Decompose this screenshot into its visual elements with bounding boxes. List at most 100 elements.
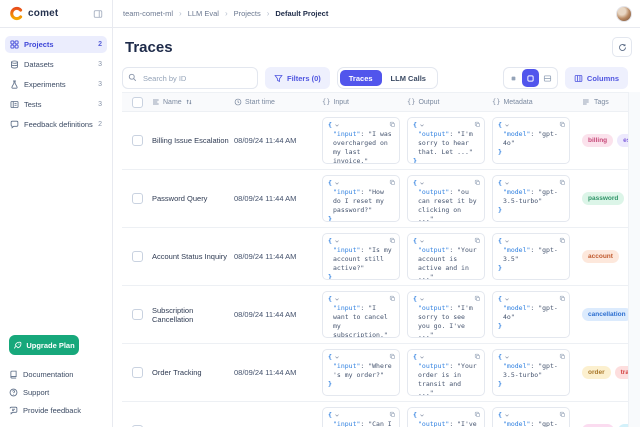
chevron-down-icon[interactable]: [419, 413, 425, 418]
copy-icon[interactable]: [389, 179, 396, 186]
sidebar-item-datasets[interactable]: Datasets 3: [5, 56, 107, 73]
tab-traces[interactable]: Traces: [340, 70, 382, 86]
output-cell[interactable]: { "output": "I've submitted your refund …: [407, 407, 485, 427]
column-header-name[interactable]: Name: [152, 98, 234, 106]
chevron-down-icon[interactable]: [334, 239, 340, 244]
row-checkbox[interactable]: [132, 135, 143, 146]
tab-llm-calls[interactable]: LLM Calls: [382, 70, 435, 86]
column-header-input[interactable]: {} Input: [322, 98, 407, 106]
copy-icon[interactable]: [389, 237, 396, 244]
breadcrumb-item[interactable]: LLM Eval: [188, 9, 219, 18]
upgrade-plan-button[interactable]: Upgrade Plan: [9, 335, 79, 355]
input-cell[interactable]: { "input": "I want to cancel my subscrip…: [322, 291, 400, 338]
copy-icon[interactable]: [389, 121, 396, 128]
copy-icon[interactable]: [559, 295, 566, 302]
density-medium-button[interactable]: [522, 69, 539, 87]
chevron-down-icon[interactable]: [334, 123, 340, 128]
trace-name[interactable]: Password Query: [152, 194, 207, 203]
tag[interactable]: billing: [582, 134, 613, 147]
sidebar-item-projects[interactable]: Projects 2: [5, 36, 107, 53]
copy-icon[interactable]: [474, 295, 481, 302]
chevron-down-icon[interactable]: [504, 123, 510, 128]
input-cell[interactable]: { "input": "How do I reset my password?"…: [322, 175, 400, 222]
chevron-down-icon[interactable]: [334, 181, 340, 186]
copy-icon[interactable]: [559, 179, 566, 186]
input-cell[interactable]: { "input": "Can I get a refund for my la…: [322, 407, 400, 427]
metadata-cell[interactable]: { "model": "gpt-3.5-turbo" }: [492, 349, 570, 396]
tag[interactable]: cancellation: [582, 308, 628, 321]
tag[interactable]: order: [582, 366, 611, 379]
sidebar-collapse-icon[interactable]: [93, 9, 103, 19]
refresh-button[interactable]: [612, 37, 632, 57]
chevron-down-icon[interactable]: [334, 355, 340, 360]
select-all-checkbox[interactable]: [132, 97, 143, 108]
table-row[interactable]: Billing Issue Escalation 08/09/24 11:44 …: [122, 112, 628, 170]
row-checkbox[interactable]: [132, 309, 143, 320]
tag[interactable]: escalation: [617, 134, 628, 147]
density-large-button[interactable]: [539, 69, 556, 87]
output-cell[interactable]: { "output": "I'm sorry to hear that. Let…: [407, 117, 485, 164]
copy-icon[interactable]: [474, 179, 481, 186]
trace-name[interactable]: Subscription Cancellation: [152, 306, 230, 324]
chevron-down-icon[interactable]: [504, 413, 510, 418]
chevron-down-icon[interactable]: [504, 181, 510, 186]
search-input[interactable]: [122, 67, 258, 89]
table-row[interactable]: Password Query 08/09/24 11:44 AM { "inpu…: [122, 170, 628, 228]
copy-icon[interactable]: [474, 353, 481, 360]
table-row[interactable]: Order Tracking 08/09/24 11:44 AM { "inpu…: [122, 344, 628, 402]
tag[interactable]: tracking: [615, 366, 628, 379]
columns-button[interactable]: Columns: [565, 67, 628, 89]
trace-name[interactable]: Account Status Inquiry: [152, 252, 227, 261]
column-header-start-time[interactable]: Start time: [234, 98, 322, 106]
chevron-down-icon[interactable]: [504, 239, 510, 244]
copy-icon[interactable]: [474, 237, 481, 244]
metadata-cell[interactable]: { "model": "gpt-4o" }: [492, 117, 570, 164]
table-row[interactable]: Refund Request 08/09/24 11:44 AM { "inpu…: [122, 402, 628, 427]
chevron-down-icon[interactable]: [419, 239, 425, 244]
chevron-down-icon[interactable]: [504, 297, 510, 302]
metadata-cell[interactable]: { "model": "gpt-3.5" }: [492, 233, 570, 280]
filters-button[interactable]: Filters (0): [265, 67, 330, 89]
column-header-tags[interactable]: Tags: [577, 98, 628, 106]
breadcrumb-item[interactable]: team-comet-ml: [123, 9, 173, 18]
tag[interactable]: password: [582, 192, 624, 205]
sidebar-item-provide-feedback[interactable]: Provide feedback: [9, 401, 103, 419]
sort-icon[interactable]: [185, 98, 193, 106]
metadata-cell[interactable]: { "model": "gpt-3.5-turbo" }: [492, 175, 570, 222]
sidebar-item-experiments[interactable]: Experiments 3: [5, 76, 107, 93]
trace-name[interactable]: Billing Issue Escalation: [152, 136, 229, 145]
copy-icon[interactable]: [559, 353, 566, 360]
chevron-down-icon[interactable]: [419, 355, 425, 360]
row-checkbox[interactable]: [132, 367, 143, 378]
table-row[interactable]: Subscription Cancellation 08/09/24 11:44…: [122, 286, 628, 344]
chevron-down-icon[interactable]: [419, 123, 425, 128]
copy-icon[interactable]: [474, 121, 481, 128]
metadata-cell[interactable]: { "model": "gpt-4o" }: [492, 291, 570, 338]
copy-icon[interactable]: [389, 411, 396, 418]
column-header-output[interactable]: {} Output: [407, 98, 492, 106]
copy-icon[interactable]: [389, 353, 396, 360]
row-checkbox[interactable]: [132, 193, 143, 204]
copy-icon[interactable]: [389, 295, 396, 302]
user-avatar[interactable]: [616, 6, 632, 22]
input-cell[interactable]: { "input": "Where's my order?" }: [322, 349, 400, 396]
input-cell[interactable]: { "input": "I was overcharged on my last…: [322, 117, 400, 164]
output-cell[interactable]: { "output": "Your account is active and …: [407, 233, 485, 280]
sidebar-item-documentation[interactable]: Documentation: [9, 365, 103, 383]
copy-icon[interactable]: [474, 411, 481, 418]
copy-icon[interactable]: [559, 121, 566, 128]
metadata-cell[interactable]: { "model": "gpt-3.5" }: [492, 407, 570, 427]
column-header-metadata[interactable]: {} Metadata: [492, 98, 577, 106]
chevron-down-icon[interactable]: [504, 355, 510, 360]
input-cell[interactable]: { "input": "Is my account still active?"…: [322, 233, 400, 280]
chevron-down-icon[interactable]: [334, 413, 340, 418]
chevron-down-icon[interactable]: [419, 181, 425, 186]
output-cell[interactable]: { "output": "I'm sorry to see you go. I'…: [407, 291, 485, 338]
sidebar-item-tests[interactable]: Tests 3: [5, 96, 107, 113]
output-cell[interactable]: { "output": "Your order is in transit an…: [407, 349, 485, 396]
row-checkbox[interactable]: [132, 251, 143, 262]
copy-icon[interactable]: [559, 237, 566, 244]
chevron-down-icon[interactable]: [334, 297, 340, 302]
output-cell[interactable]: { "output": "ou can reset it by clicking…: [407, 175, 485, 222]
tag[interactable]: account: [582, 250, 619, 263]
